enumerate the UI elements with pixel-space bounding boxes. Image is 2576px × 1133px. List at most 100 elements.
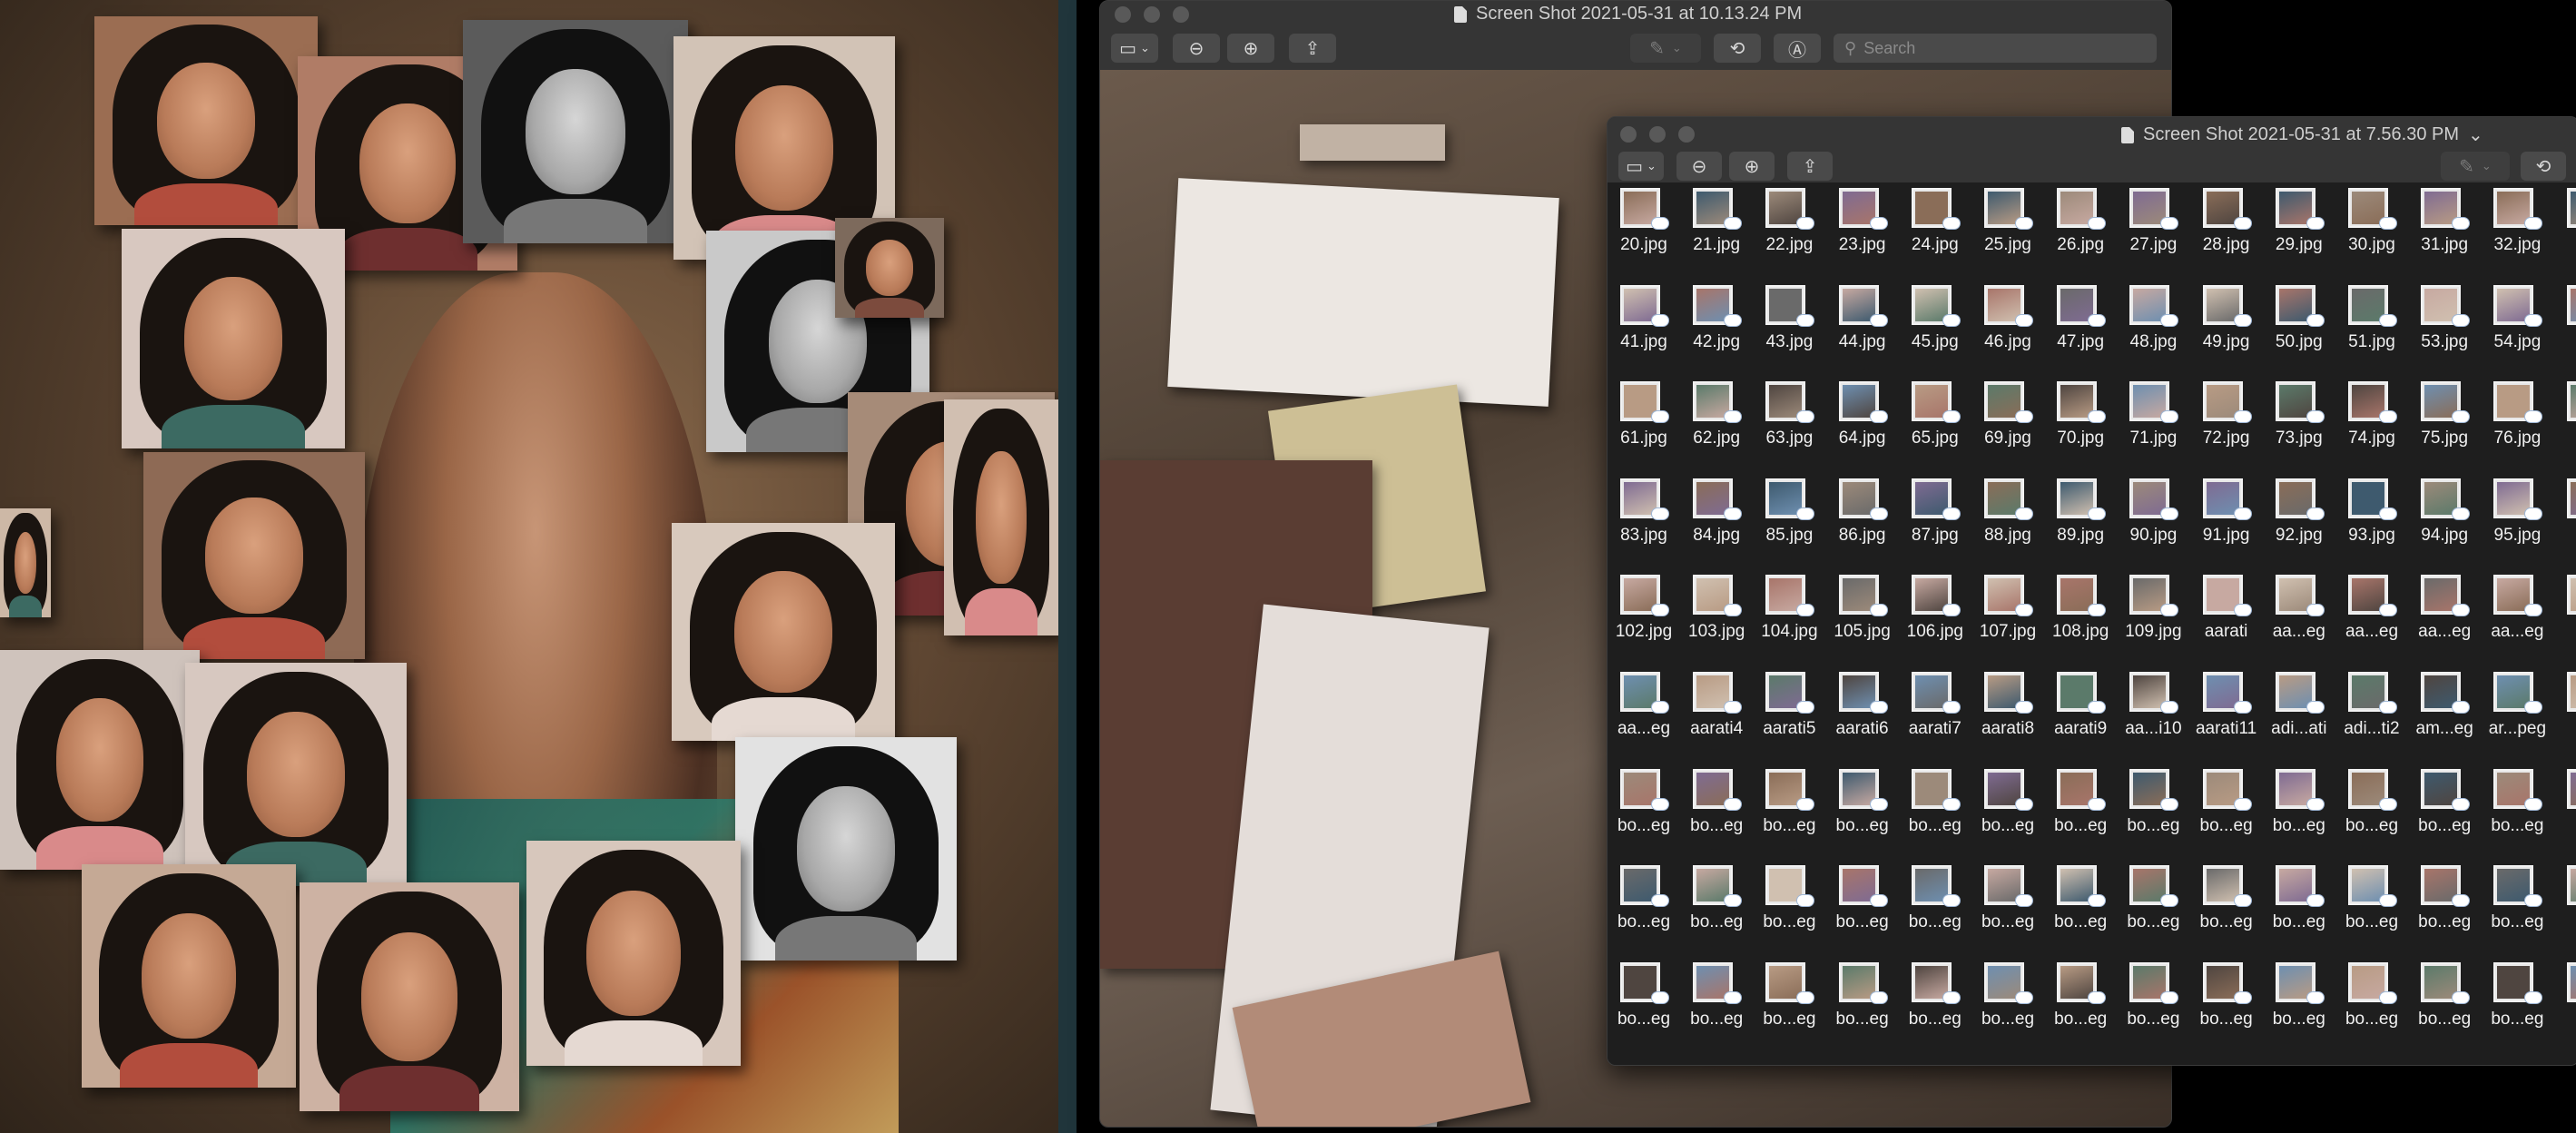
thumbnail-item[interactable]: 71.jpg	[2117, 376, 2189, 476]
thumbnail-item[interactable]: bo...eg	[1826, 957, 1899, 1057]
thumbnail-item[interactable]: 32.jpg	[2481, 182, 2553, 282]
thumbnail-item[interactable]: ar	[2554, 666, 2576, 766]
thumbnail-item[interactable]: 43.jpg	[1753, 280, 1825, 379]
thumbnail-item[interactable]: bo...eg	[1753, 764, 1825, 863]
thumbnail-item[interactable]: bo...eg	[1753, 957, 1825, 1057]
thumbnail-item[interactable]: 55	[2554, 280, 2576, 379]
zoom-button[interactable]	[1173, 6, 1189, 23]
thumbnail-item[interactable]: aa...eg	[2263, 569, 2335, 669]
thumbnail-item[interactable]: 75.jpg	[2408, 376, 2481, 476]
thumbnail-item[interactable]: 84.jpg	[1680, 473, 1753, 573]
thumbnail-item[interactable]: bo...eg	[1680, 957, 1753, 1057]
close-button[interactable]	[1115, 6, 1131, 23]
thumbnail-item[interactable]: 89.jpg	[2044, 473, 2117, 573]
zoom-in-button[interactable]: ⊕	[1227, 34, 1274, 63]
thumbnail-item[interactable]: 48.jpg	[2117, 280, 2189, 379]
thumbnail-item[interactable]: 91.jpg	[2190, 473, 2263, 573]
thumbnail-item[interactable]: aarati9	[2044, 666, 2117, 766]
thumbnail-image[interactable]	[2566, 961, 2576, 1002]
thumbnail-item[interactable]: 103.jpg	[1680, 569, 1753, 669]
thumbnail-item[interactable]: 54.jpg	[2481, 280, 2553, 379]
thumbnail-item[interactable]: bo...eg	[1899, 957, 1971, 1057]
close-button[interactable]	[1620, 126, 1637, 143]
thumbnail-item[interactable]: 30.jpg	[2335, 182, 2408, 282]
minimize-button[interactable]	[1649, 126, 1666, 143]
thumbnail-item[interactable]: 23.jpg	[1826, 182, 1899, 282]
thumbnail-item[interactable]: aarati6	[1826, 666, 1899, 766]
minimize-button[interactable]	[1144, 6, 1160, 23]
thumbnail-item[interactable]: 31.jpg	[2408, 182, 2481, 282]
zoom-button[interactable]	[1678, 126, 1695, 143]
thumbnail-item[interactable]: 106.jpg	[1899, 569, 1971, 669]
thumbnail-image[interactable]	[2566, 865, 2576, 906]
zoom-in-button[interactable]: ⊕	[1729, 152, 1775, 181]
thumbnail-item[interactable]: 44.jpg	[1826, 280, 1899, 379]
thumbnail-item[interactable]: aarati	[2190, 569, 2263, 669]
thumbnail-image[interactable]	[2566, 478, 2576, 518]
thumbnail-item[interactable]: 51.jpg	[2335, 280, 2408, 379]
thumbnail-item[interactable]: 86.jpg	[1826, 473, 1899, 573]
thumbnail-item[interactable]: 88.jpg	[1971, 473, 2044, 573]
thumbnail-item[interactable]: 47.jpg	[2044, 280, 2117, 379]
thumbnail-item[interactable]: bo...eg	[2044, 860, 2117, 960]
thumbnail-item[interactable]: 46.jpg	[1971, 280, 2044, 379]
rotate-button[interactable]: ⟲	[1714, 34, 1761, 63]
thumbnail-item[interactable]: 25.jpg	[1971, 182, 2044, 282]
thumbnail-item[interactable]: aa...eg	[2335, 569, 2408, 669]
thumbnail-item[interactable]: bo...eg	[1971, 764, 2044, 863]
thumbnail-item[interactable]: bo...eg	[2335, 764, 2408, 863]
thumbnail-item[interactable]: bo...eg	[2481, 860, 2553, 960]
thumbnail-item[interactable]: 109.jpg	[2117, 569, 2189, 669]
thumbnail-item[interactable]: 93.jpg	[2335, 473, 2408, 573]
thumbnail-item[interactable]: bo...eg	[2335, 957, 2408, 1057]
thumbnail-item[interactable]: 76.jpg	[2481, 376, 2553, 476]
thumbnail-item[interactable]: 95.jpg	[2481, 473, 2553, 573]
thumbnail-item[interactable]: bo	[2554, 957, 2576, 1057]
thumbnail-item[interactable]: bo	[2554, 860, 2576, 960]
thumbnail-item[interactable]: 63.jpg	[1753, 376, 1825, 476]
thumbnail-item[interactable]: bo...eg	[2263, 860, 2335, 960]
thumbnail-item[interactable]: bo...eg	[1680, 764, 1753, 863]
thumbnail-item[interactable]: bo...eg	[2263, 764, 2335, 863]
thumbnail-item[interactable]: bo...eg	[2117, 764, 2189, 863]
thumbnail-item[interactable]: bo...eg	[2263, 957, 2335, 1057]
thumbnail-item[interactable]: aa...eg	[2408, 569, 2481, 669]
thumbnail-item[interactable]: bo...eg	[1608, 860, 1680, 960]
thumbnail-item[interactable]: bo...eg	[2190, 860, 2263, 960]
zoom-out-button[interactable]: ⊖	[1676, 152, 1722, 181]
thumbnail-item[interactable]: bo...eg	[1899, 860, 1971, 960]
thumbnail-item[interactable]: 22.jpg	[1753, 182, 1825, 282]
thumbnail-item[interactable]: 41.jpg	[1608, 280, 1680, 379]
thumbnail-item[interactable]: 70.jpg	[2044, 376, 2117, 476]
thumbnail-item[interactable]: bo...eg	[2335, 860, 2408, 960]
rotate-button[interactable]: ⟲	[2521, 152, 2566, 181]
thumbnail-item[interactable]: bo...eg	[1608, 957, 1680, 1057]
thumbnail-item[interactable]: 49.jpg	[2190, 280, 2263, 379]
thumbnail-item[interactable]: ar...peg	[2481, 666, 2553, 766]
thumbnail-item[interactable]: bo...eg	[1753, 860, 1825, 960]
thumbnail-image[interactable]	[2566, 188, 2576, 228]
thumbnail-item[interactable]: bo...eg	[2408, 957, 2481, 1057]
thumbnail-item[interactable]: bo	[2554, 764, 2576, 863]
thumbnail-item[interactable]: aarati8	[1971, 666, 2044, 766]
thumbnail-item[interactable]: 29.jpg	[2263, 182, 2335, 282]
thumbnail-item[interactable]: 53.jpg	[2408, 280, 2481, 379]
thumbnail-item[interactable]: 26.jpg	[2044, 182, 2117, 282]
thumbnail-item[interactable]: aarati4	[1680, 666, 1753, 766]
thumbnail-item[interactable]: bo...eg	[2190, 764, 2263, 863]
thumbnail-item[interactable]: 50.jpg	[2263, 280, 2335, 379]
thumbnail-item[interactable]: bo...eg	[2481, 764, 2553, 863]
thumbnail-item[interactable]: 42.jpg	[1680, 280, 1753, 379]
thumbnail-item[interactable]: bo...eg	[2044, 957, 2117, 1057]
thumbnail-item[interactable]: bo...eg	[2044, 764, 2117, 863]
thumbnail-item[interactable]: aa...i10	[2117, 666, 2189, 766]
markup-pen-button[interactable]: ✎ ⌄	[2441, 152, 2510, 181]
title-menu-chevron[interactable]: ⌄	[2468, 123, 2483, 146]
thumbnail-item[interactable]: aa	[2554, 569, 2576, 669]
thumbnail-item[interactable]: 92.jpg	[2263, 473, 2335, 573]
thumbnail-item[interactable]: 108.jpg	[2044, 569, 2117, 669]
thumbnail-item[interactable]: bo...eg	[2117, 957, 2189, 1057]
thumbnail-item[interactable]: 20.jpg	[1608, 182, 1680, 282]
thumbnail-item[interactable]: bo...eg	[1680, 860, 1753, 960]
share-button[interactable]: ⇪	[1787, 152, 1833, 181]
